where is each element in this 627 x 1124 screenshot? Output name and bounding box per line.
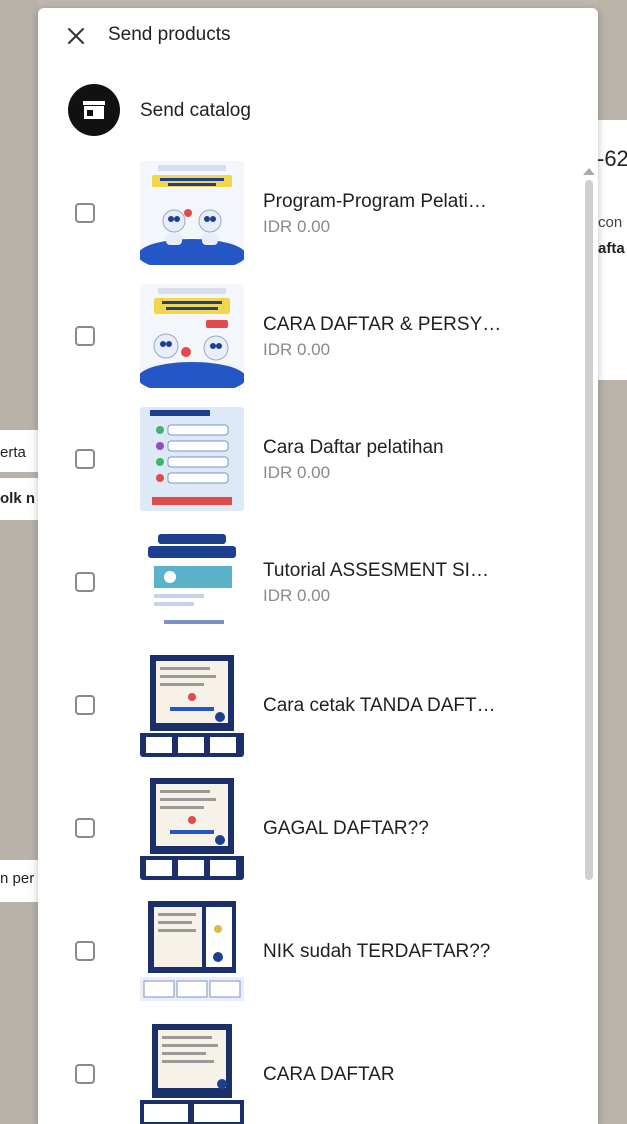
product-item[interactable]: CARA DAFTAR & PERSY… IDR 0.00	[38, 276, 578, 399]
product-checkbox[interactable]	[75, 941, 95, 961]
background-text: erta	[0, 444, 26, 461]
product-checkbox[interactable]	[75, 818, 95, 838]
product-thumbnail	[140, 407, 244, 511]
close-icon[interactable]	[64, 24, 88, 48]
product-title: Cara Daftar pelatihan	[263, 437, 444, 458]
product-title: Program-Program Pelati…	[263, 191, 487, 212]
product-title: Tutorial ASSESMENT SI…	[263, 560, 489, 581]
send-products-dialog: Send products Send catalog Program-Progr…	[38, 8, 598, 1124]
background-text: con	[598, 214, 623, 231]
product-thumbnail	[140, 161, 244, 265]
product-price: IDR 0.00	[263, 586, 331, 605]
product-title: NIK sudah TERDAFTAR??	[263, 941, 491, 962]
scroll-up-arrow-icon[interactable]	[583, 168, 595, 175]
send-catalog-label: Send catalog	[140, 100, 251, 121]
product-thumbnail	[140, 530, 244, 634]
chat-background-left	[0, 0, 38, 1124]
scrollbar-thumb[interactable]	[585, 180, 593, 880]
background-text: n per	[0, 870, 35, 887]
product-checkbox[interactable]	[75, 1064, 95, 1084]
product-title: CARA DAFTAR & PERSY…	[263, 314, 502, 335]
product-checkbox[interactable]	[75, 449, 95, 469]
storefront-icon	[68, 84, 120, 136]
product-item[interactable]: Cara cetak TANDA DAFT…	[38, 645, 578, 768]
product-thumbnail	[140, 1022, 244, 1124]
product-item[interactable]: Program-Program Pelati… IDR 0.00	[38, 153, 578, 276]
product-checkbox[interactable]	[75, 572, 95, 592]
product-thumbnail	[140, 776, 244, 880]
background-text: olk n	[0, 490, 36, 507]
product-title: CARA DAFTAR	[263, 1064, 395, 1085]
background-text: afta	[598, 240, 625, 257]
product-thumbnail	[140, 284, 244, 388]
product-thumbnail	[140, 653, 244, 757]
dialog-title: Send products	[108, 24, 231, 45]
dialog-header: Send products	[38, 8, 598, 64]
send-catalog-button[interactable]: Send catalog	[38, 80, 598, 144]
product-item[interactable]: Cara Daftar pelatihan IDR 0.00	[38, 399, 578, 522]
background-text: -62	[597, 146, 627, 171]
product-title: GAGAL DAFTAR??	[263, 818, 429, 839]
product-item[interactable]: GAGAL DAFTAR??	[38, 768, 578, 891]
product-checkbox[interactable]	[75, 695, 95, 715]
product-item[interactable]: CARA DAFTAR	[38, 1014, 578, 1124]
product-checkbox[interactable]	[75, 326, 95, 346]
product-price: IDR 0.00	[263, 340, 331, 359]
product-price: IDR 0.00	[263, 463, 331, 482]
product-checkbox[interactable]	[75, 203, 95, 223]
product-item[interactable]: NIK sudah TERDAFTAR??	[38, 891, 578, 1014]
product-item[interactable]: Tutorial ASSESMENT SI… IDR 0.00	[38, 522, 578, 645]
product-price: IDR 0.00	[263, 217, 331, 236]
scrollbar[interactable]	[583, 168, 595, 880]
product-thumbnail	[140, 899, 244, 1003]
product-title: Cara cetak TANDA DAFT…	[263, 695, 496, 716]
